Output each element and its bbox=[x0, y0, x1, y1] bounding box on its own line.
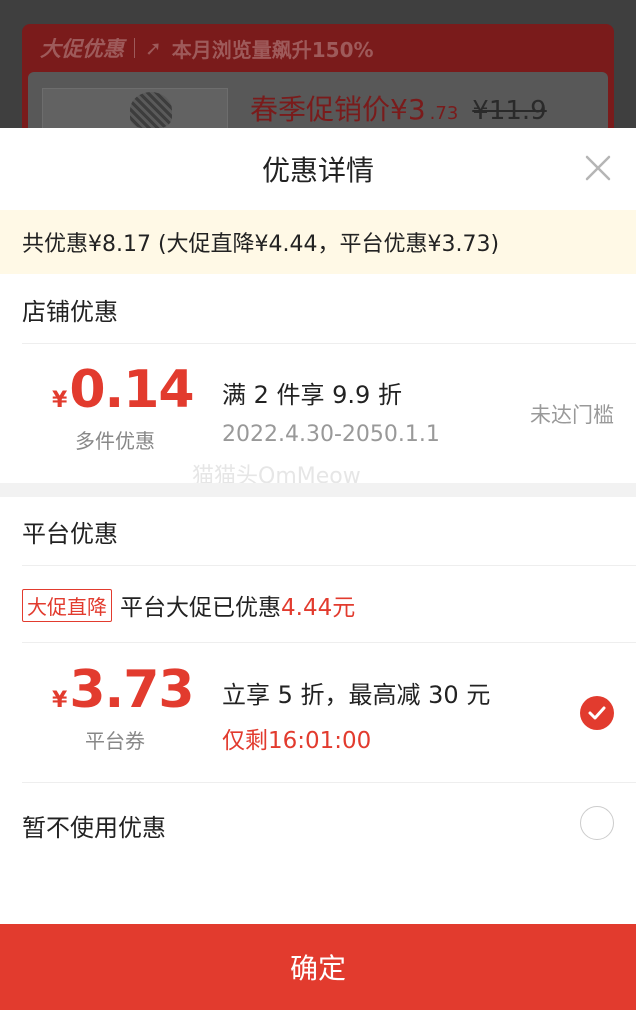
platform-coupon-value: 3.73 bbox=[69, 660, 194, 720]
store-coupon-status: 未达门槛 bbox=[530, 403, 614, 427]
store-coupon-validity: 2022.4.30-2050.1.1 bbox=[222, 422, 440, 447]
checkmark-icon bbox=[588, 706, 606, 720]
no-discount-radio[interactable] bbox=[580, 806, 614, 840]
background-original-price: ¥11.9 bbox=[472, 96, 547, 126]
promo-row: 大促直降 平台大促已优惠 4.44元 bbox=[22, 588, 355, 622]
product-image bbox=[130, 92, 172, 128]
store-coupon-description: 满 2 件享 9.9 折 bbox=[222, 381, 402, 409]
divider bbox=[22, 642, 636, 643]
discount-summary-text: 共优惠¥8.17 (大促直降¥4.44，平台优惠¥3.73) bbox=[22, 232, 500, 257]
background-price-main: 春季促销价¥3 bbox=[250, 93, 426, 126]
trend-up-icon: ➚ bbox=[145, 36, 162, 60]
sheet-title: 优惠详情 bbox=[261, 154, 374, 187]
platform-coupon-countdown: 仅剩16:01:00 bbox=[222, 728, 372, 754]
currency-symbol: ¥ bbox=[52, 388, 68, 413]
confirm-button[interactable]: 确定 bbox=[0, 924, 636, 1010]
platform-coupon-amount: ¥ 3.73 bbox=[52, 660, 195, 720]
platform-discount-title: 平台优惠 bbox=[22, 520, 118, 548]
store-coupon-value: 0.14 bbox=[69, 360, 194, 420]
promo-tag: 大促直降 bbox=[22, 588, 112, 622]
background-banner-brand: 大促优惠 bbox=[40, 37, 124, 61]
sheet-header: 优惠详情 bbox=[0, 128, 636, 210]
no-discount-label[interactable]: 暂不使用优惠 bbox=[22, 808, 166, 843]
divider bbox=[22, 782, 636, 783]
background-price-decimal: .73 bbox=[429, 103, 459, 124]
discount-detail-sheet: 优惠详情 共优惠¥8.17 (大促直降¥4.44，平台优惠¥3.73) 店铺优惠… bbox=[0, 128, 636, 1010]
background-price: 春季促销价¥3 .73 ¥11.9 bbox=[250, 88, 547, 128]
promo-amount: 4.44元 bbox=[281, 595, 356, 621]
divider bbox=[22, 343, 636, 344]
banner-separator bbox=[134, 38, 135, 58]
platform-coupon-description: 立享 5 折，最高减 30 元 bbox=[222, 681, 491, 709]
discount-summary-bar: 共优惠¥8.17 (大促直降¥4.44，平台优惠¥3.73) bbox=[0, 210, 636, 274]
platform-coupon-label: 平台券 bbox=[85, 729, 145, 753]
close-icon[interactable] bbox=[584, 154, 612, 182]
background-banner: 大促优惠 ➚ 本月浏览量飙升150% bbox=[40, 34, 374, 62]
promo-text: 平台大促已优惠 bbox=[120, 595, 281, 621]
background-banner-text: 本月浏览量飙升150% bbox=[171, 37, 374, 62]
platform-coupon-checkbox[interactable] bbox=[580, 696, 614, 730]
store-coupon-label: 多件优惠 bbox=[75, 429, 155, 453]
store-coupon-amount: ¥ 0.14 bbox=[52, 360, 195, 420]
section-separator bbox=[0, 483, 636, 497]
currency-symbol: ¥ bbox=[52, 688, 68, 713]
store-discount-title: 店铺优惠 bbox=[22, 298, 118, 326]
divider bbox=[22, 565, 636, 566]
